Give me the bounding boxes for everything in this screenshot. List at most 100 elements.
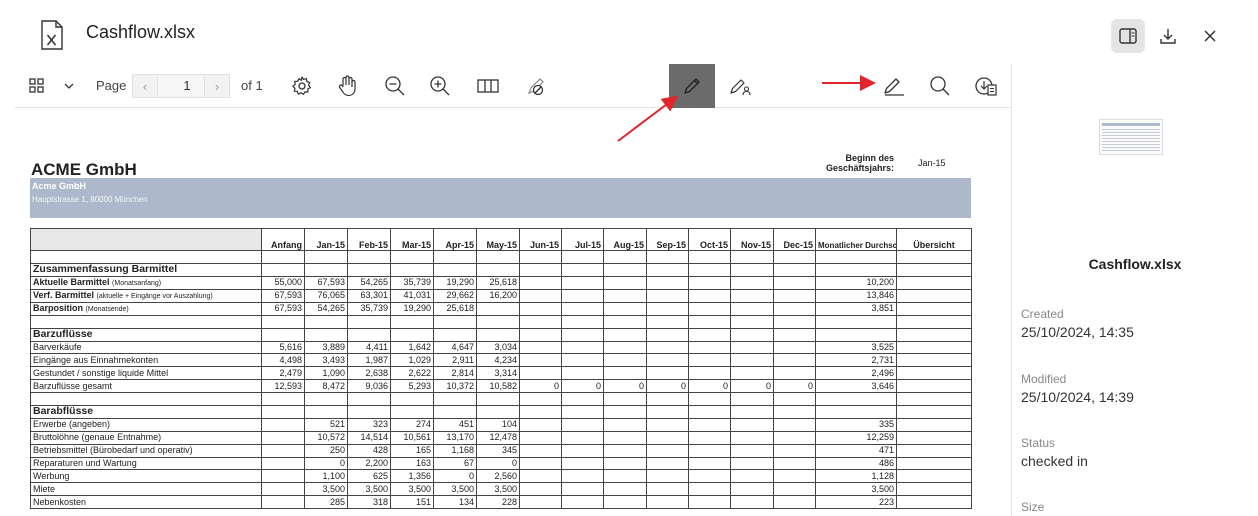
value-cell[interactable]: 4,647	[433, 340, 477, 355]
empty-cell[interactable]	[476, 405, 520, 419]
empty-cell[interactable]	[561, 250, 604, 264]
value-cell[interactable]: 3,500	[347, 482, 391, 497]
empty-cell[interactable]	[433, 392, 477, 407]
empty-cell[interactable]	[730, 405, 774, 419]
thumbnails-dropdown[interactable]	[58, 64, 80, 108]
empty-cell[interactable]	[896, 392, 972, 407]
value-cell[interactable]	[688, 340, 731, 355]
value-cell[interactable]: 1,642	[390, 340, 434, 355]
value-cell[interactable]: 35,739	[390, 275, 434, 290]
empty-cell[interactable]	[896, 482, 972, 497]
empty-cell[interactable]	[815, 314, 897, 329]
value-cell[interactable]: 67,593	[304, 275, 348, 290]
empty-cell[interactable]	[261, 327, 305, 342]
average-cell[interactable]: 2,496	[815, 366, 897, 381]
settings-button[interactable]	[282, 64, 322, 108]
value-cell[interactable]: 134	[433, 495, 477, 510]
value-cell[interactable]	[519, 430, 562, 445]
value-cell[interactable]	[730, 417, 774, 432]
empty-cell[interactable]	[896, 327, 972, 342]
column-header[interactable]: Jun-15	[519, 228, 562, 251]
value-cell[interactable]	[646, 301, 689, 316]
empty-cell[interactable]	[347, 327, 391, 342]
value-cell[interactable]: 2,814	[433, 366, 477, 381]
value-cell[interactable]	[646, 443, 689, 458]
value-cell[interactable]: 3,314	[476, 366, 520, 381]
value-cell[interactable]: 10,582	[476, 379, 520, 394]
value-cell[interactable]: 0	[730, 379, 774, 394]
value-cell[interactable]	[519, 495, 562, 510]
average-cell[interactable]: 12,259	[815, 430, 897, 445]
value-cell[interactable]: 3,889	[304, 340, 348, 355]
value-cell[interactable]: 19,290	[433, 275, 477, 290]
row-label-cell[interactable]: Werbung	[30, 469, 262, 484]
empty-cell[interactable]	[773, 327, 816, 342]
value-cell[interactable]: 13,170	[433, 430, 477, 445]
value-cell[interactable]	[688, 353, 731, 368]
value-cell[interactable]: 3,034	[476, 340, 520, 355]
section-title[interactable]: Zusammenfassung Barmittel	[30, 262, 262, 277]
value-cell[interactable]: 163	[390, 456, 434, 471]
average-cell[interactable]: 3,525	[815, 340, 897, 355]
value-cell[interactable]: 1,029	[390, 353, 434, 368]
value-cell[interactable]: 2,479	[261, 366, 305, 381]
empty-cell[interactable]	[688, 262, 731, 277]
toggle-side-panel-button[interactable]	[1111, 19, 1145, 53]
empty-cell[interactable]	[603, 262, 647, 277]
value-cell[interactable]: 8,472	[304, 379, 348, 394]
empty-cell[interactable]	[390, 327, 434, 342]
value-cell[interactable]	[519, 456, 562, 471]
average-cell[interactable]: 10,200	[815, 275, 897, 290]
value-cell[interactable]: 35,739	[347, 301, 391, 316]
empty-cell[interactable]	[519, 262, 562, 277]
empty-cell[interactable]	[476, 262, 520, 277]
empty-cell[interactable]	[603, 392, 647, 407]
column-header[interactable]: Nov-15	[730, 228, 774, 251]
empty-cell[interactable]	[476, 392, 520, 407]
value-cell[interactable]	[561, 417, 604, 432]
empty-cell[interactable]	[304, 314, 348, 329]
value-cell[interactable]: 4,498	[261, 353, 305, 368]
value-cell[interactable]	[561, 430, 604, 445]
empty-cell[interactable]	[896, 262, 972, 277]
value-cell[interactable]: 54,265	[304, 301, 348, 316]
value-cell[interactable]	[603, 301, 647, 316]
empty-cell[interactable]	[347, 314, 391, 329]
value-cell[interactable]	[603, 482, 647, 497]
value-cell[interactable]	[688, 430, 731, 445]
value-cell[interactable]	[603, 443, 647, 458]
value-cell[interactable]	[773, 482, 816, 497]
value-cell[interactable]	[561, 495, 604, 510]
empty-cell[interactable]	[433, 250, 477, 264]
empty-cell[interactable]	[730, 262, 774, 277]
value-cell[interactable]: 1,090	[304, 366, 348, 381]
value-cell[interactable]	[603, 417, 647, 432]
value-cell[interactable]	[519, 340, 562, 355]
value-cell[interactable]	[646, 353, 689, 368]
value-cell[interactable]	[773, 275, 816, 290]
value-cell[interactable]: 25,618	[476, 275, 520, 290]
empty-cell[interactable]	[646, 262, 689, 277]
value-cell[interactable]: 1,168	[433, 443, 477, 458]
column-header[interactable]: Anfang	[261, 228, 305, 251]
value-cell[interactable]	[773, 353, 816, 368]
value-cell[interactable]: 5,293	[390, 379, 434, 394]
value-cell[interactable]	[646, 430, 689, 445]
empty-cell[interactable]	[433, 327, 477, 342]
value-cell[interactable]	[261, 495, 305, 510]
row-label-cell[interactable]: Barverkäufe	[30, 340, 262, 355]
empty-cell[interactable]	[390, 405, 434, 419]
value-cell[interactable]: 67	[433, 456, 477, 471]
empty-cell[interactable]	[561, 392, 604, 407]
value-cell[interactable]	[561, 353, 604, 368]
value-cell[interactable]: 625	[347, 469, 391, 484]
value-cell[interactable]	[261, 482, 305, 497]
value-cell[interactable]: 16,200	[476, 288, 520, 303]
empty-cell[interactable]	[688, 250, 731, 264]
row-label-cell[interactable]: Eingänge aus Einnahmekonten	[30, 353, 262, 368]
next-page-button[interactable]: ›	[204, 74, 230, 98]
zoom-out-button[interactable]	[375, 64, 415, 108]
value-cell[interactable]	[646, 495, 689, 510]
value-cell[interactable]: 1,356	[390, 469, 434, 484]
empty-cell[interactable]	[896, 443, 972, 458]
